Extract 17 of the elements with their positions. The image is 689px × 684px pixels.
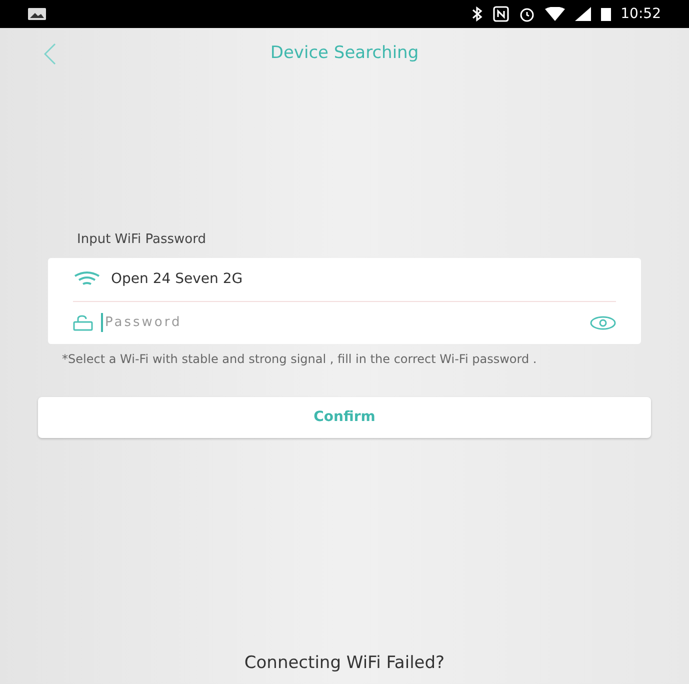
network-name: Open 24 Seven 2G: [111, 270, 243, 288]
lock-icon: [73, 314, 93, 330]
signal-note: *Select a Wi-Fi with stable and strong signal , fill in the correct Wi-Fi password .: [62, 352, 538, 366]
image-icon: [28, 8, 46, 20]
password-field[interactable]: Password: [101, 312, 582, 332]
alarm-icon: [518, 6, 535, 22]
page-title: Device Searching: [270, 42, 419, 66]
bluetooth-icon: [470, 6, 483, 22]
show-password-eye-icon[interactable]: [590, 316, 616, 330]
wifi-icon: [73, 271, 101, 287]
battery-icon: [600, 7, 611, 21]
clock-time: 10:52: [620, 4, 661, 24]
nfc-icon: [492, 6, 509, 22]
connecting-failed-link[interactable]: Connecting WiFi Failed?: [244, 650, 445, 676]
wifi-icon: [544, 7, 565, 21]
signal-icon: [574, 7, 591, 21]
password-label: Input WiFi Password: [77, 231, 207, 249]
